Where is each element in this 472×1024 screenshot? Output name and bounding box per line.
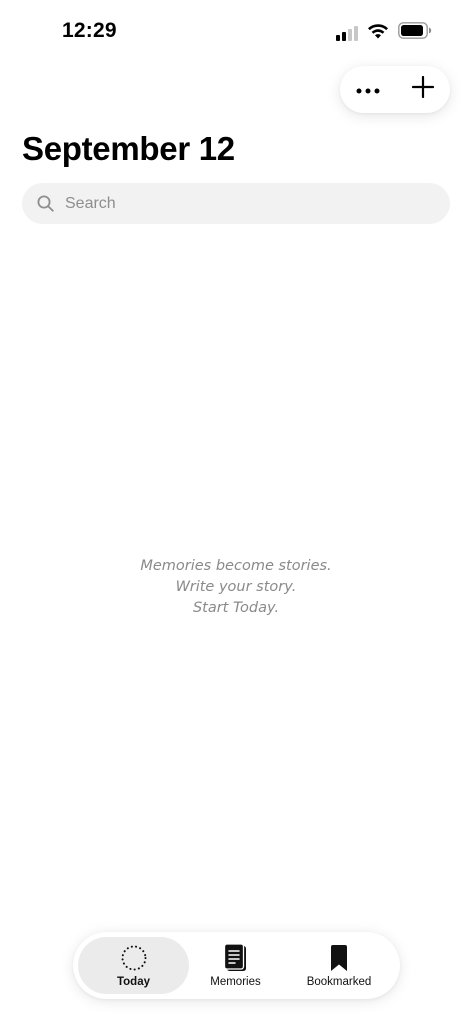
empty-state-message: Memories become stories. Write your stor… (0, 556, 472, 619)
bottom-tab-bar: Today Memories Bookmarked (73, 932, 400, 999)
more-options-button[interactable] (348, 70, 388, 110)
wifi-icon (367, 23, 389, 44)
tab-today[interactable]: Today (78, 937, 189, 994)
tab-bookmarked[interactable]: Bookmarked (288, 937, 390, 994)
empty-state-line: Start Today. (192, 600, 280, 616)
bookmark-icon (329, 943, 349, 973)
status-icons (336, 22, 432, 44)
empty-state-line: Memories become stories. (140, 558, 332, 574)
tab-label: Memories (210, 976, 261, 988)
status-time: 12:29 (62, 19, 117, 42)
tab-label: Bookmarked (306, 976, 372, 988)
journal-icon (223, 943, 249, 973)
page-title: September 12 (22, 130, 235, 167)
plus-icon (411, 75, 434, 103)
tab-label: Today (116, 976, 150, 988)
cellular-signal-icon (336, 25, 358, 41)
add-entry-button[interactable] (403, 70, 443, 110)
search-icon (36, 195, 54, 213)
empty-state-line: Write your story. (175, 579, 297, 595)
dotted-circle-icon (120, 943, 148, 973)
search-bar[interactable] (22, 183, 450, 224)
status-bar: 12:29 (0, 0, 472, 60)
search-input[interactable] (63, 193, 427, 214)
top-action-pill (340, 66, 450, 113)
ellipsis-icon (356, 81, 380, 99)
battery-icon (398, 22, 432, 44)
tab-memories[interactable]: Memories (185, 937, 286, 994)
